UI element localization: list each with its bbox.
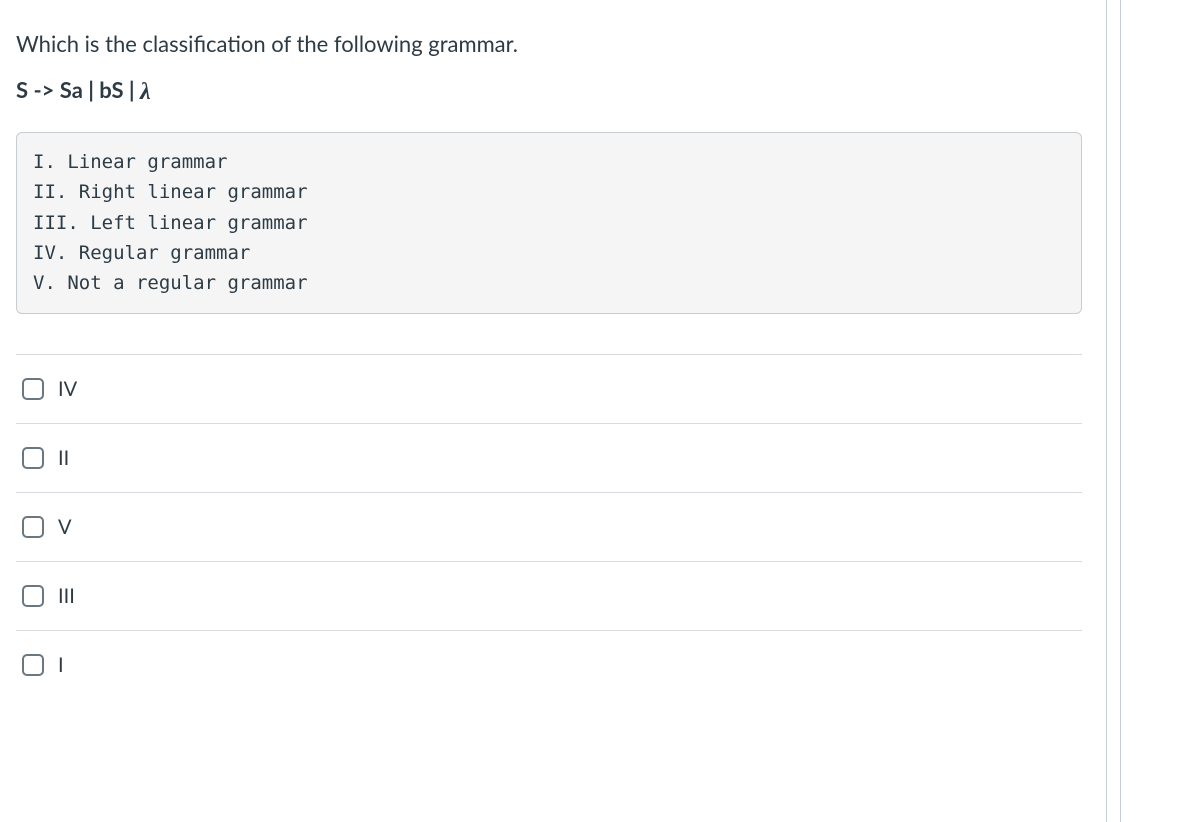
answer-row[interactable]: III <box>16 562 1082 631</box>
grammar-arrow: -> <box>33 76 54 103</box>
code-line-2: II. Right linear grammar <box>33 181 308 203</box>
answer-row[interactable]: I <box>16 631 1082 699</box>
checkbox-icon[interactable] <box>22 654 44 676</box>
right-sidebar <box>1106 0 1178 822</box>
code-line-1: I. Linear grammar <box>33 151 227 173</box>
answer-list: IV II V III I <box>16 354 1082 699</box>
question-column: Which is the classification of the follo… <box>0 0 1106 822</box>
checkbox-icon[interactable] <box>22 585 44 607</box>
grammar-rhs: Sa | bS | <box>60 76 140 103</box>
answer-row[interactable]: V <box>16 493 1082 562</box>
answer-label: II <box>58 446 69 470</box>
checkbox-icon[interactable] <box>22 447 44 469</box>
answer-label: IV <box>58 377 77 401</box>
answer-label: III <box>58 584 75 608</box>
answer-row[interactable]: II <box>16 424 1082 493</box>
code-line-4: IV. Regular grammar <box>33 242 250 264</box>
answer-label: V <box>58 515 72 539</box>
question-prompt: Which is the classification of the follo… <box>16 28 1082 60</box>
grammar-lhs: S <box>16 76 28 103</box>
answer-label: I <box>58 653 64 677</box>
code-line-5: V. Not a regular grammar <box>33 272 308 294</box>
right-sidebar-gutter <box>1107 0 1121 822</box>
code-line-3: III. Left linear grammar <box>33 212 308 234</box>
answer-row[interactable]: IV <box>16 355 1082 424</box>
grammar-production: S -> Sa | bS | λ <box>16 76 1082 106</box>
classification-options-box: I. Linear grammar II. Right linear gramm… <box>16 132 1082 314</box>
grammar-lambda: λ <box>140 79 151 105</box>
page-container: Which is the classification of the follo… <box>0 0 1178 822</box>
checkbox-icon[interactable] <box>22 378 44 400</box>
checkbox-icon[interactable] <box>22 516 44 538</box>
